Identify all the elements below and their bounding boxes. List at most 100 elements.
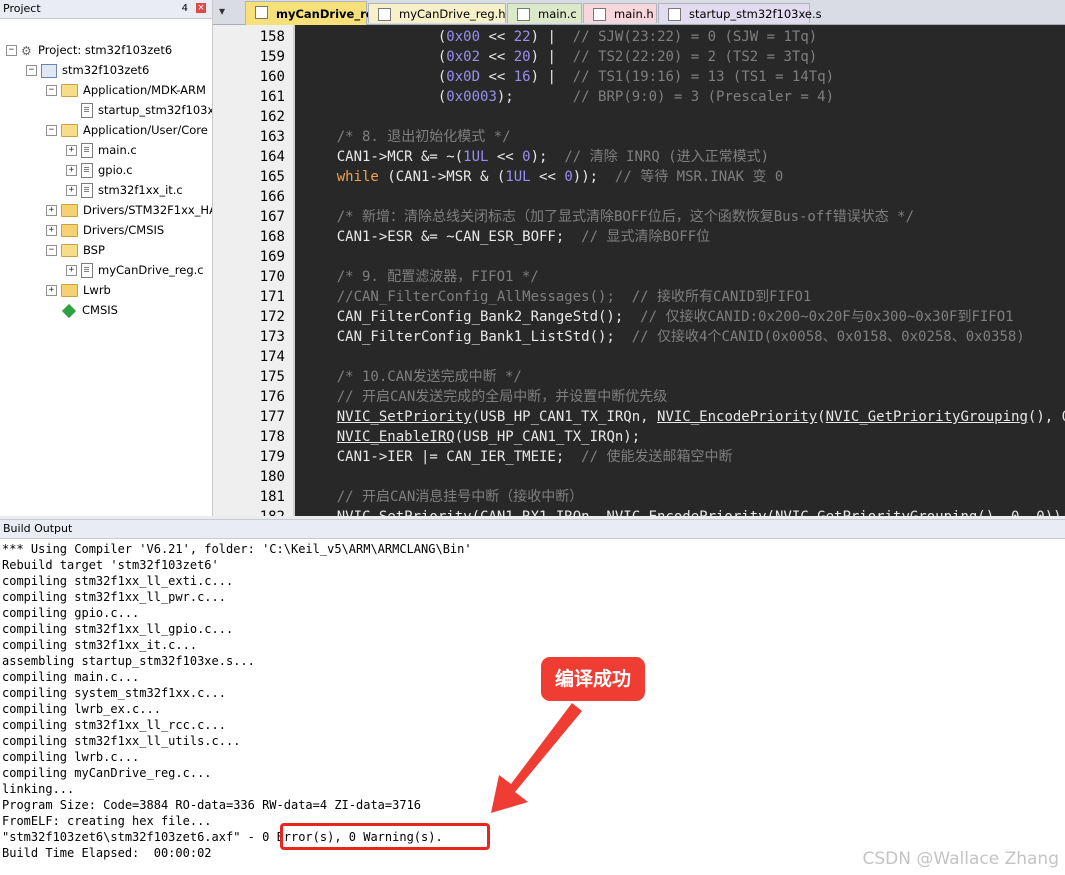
- code-token: 1UL: [463, 149, 489, 165]
- tab-mycandrive-reg-h[interactable]: myCanDrive_reg.h: [368, 3, 506, 23]
- code-line[interactable]: NVIC_SetPriority(CAN1_RX1_IRQn, NVIC_Enc…: [303, 507, 1065, 516]
- code-line[interactable]: NVIC_EnableIRQ(USB_HP_CAN1_TX_IRQn);: [303, 427, 640, 447]
- tree-item[interactable]: + Drivers/STM32F1xx_HAL: [46, 200, 213, 220]
- code-line[interactable]: CAN_FilterConfig_Bank1_ListStd(); // 仅接收…: [303, 327, 1025, 347]
- tab-list-arrow-icon[interactable]: ▾: [219, 4, 235, 18]
- code-token: 0: [522, 149, 531, 165]
- code-token: /* 新增：清除总线关闭标志（加了显式清除BOFF位后，这个函数恢复Bus-of…: [336, 209, 915, 225]
- tree-item[interactable]: + main.c: [66, 140, 137, 160]
- code-line[interactable]: [303, 347, 337, 367]
- close-icon[interactable]: ×: [196, 3, 206, 13]
- code-line[interactable]: (0x0D << 16) | // TS1(19:16) = 13 (TS1 =…: [303, 67, 834, 87]
- build-output-line: compiling stm32f1xx_it.c...: [2, 638, 198, 652]
- code-line[interactable]: // 开启CAN发送完成的全局中断，并设置中断优先级: [303, 387, 668, 407]
- line-number: 158: [259, 29, 285, 45]
- file-icon: [81, 143, 93, 158]
- collapse-icon[interactable]: −: [6, 45, 17, 56]
- file-icon: [81, 263, 93, 278]
- build-output-line: *** Using Compiler 'V6.21', folder: 'C:\…: [2, 542, 472, 556]
- tree-item[interactable]: + gpio.c: [66, 160, 133, 180]
- folder-open-icon: [61, 124, 78, 137]
- code-line[interactable]: (0x02 << 20) | // TS2(22:20) = 2 (TS2 = …: [303, 47, 817, 67]
- code-token: NVIC_SetPriority(CAN1_RX1_IRQn, NVIC_Enc…: [303, 509, 1065, 516]
- tree-item[interactable]: − ⚙ Project: stm32f103zet6: [6, 40, 172, 60]
- tree-item[interactable]: − stm32f103zet6: [26, 60, 149, 80]
- tree-item[interactable]: + Lwrb: [46, 280, 111, 300]
- collapse-icon[interactable]: −: [46, 85, 57, 96]
- code-line[interactable]: // 开启CAN消息挂号中断（接收中断）: [303, 487, 584, 507]
- line-number: 174: [259, 349, 285, 365]
- code-token: // 清除 INRQ (进入正常模式): [564, 149, 770, 165]
- tree-item-label: Application/MDK-ARM: [83, 83, 206, 97]
- build-output-line: Program Size: Code=3884 RO-data=336 RW-d…: [2, 798, 422, 812]
- code-line[interactable]: CAN1->ESR &= ~CAN_ESR_BOFF; // 显式清除BOFF位: [303, 227, 710, 247]
- code-token: 16: [513, 69, 531, 85]
- code-token: // TS1(19:16) = 13 (TS1 = 14Tq): [572, 69, 835, 85]
- tab-main-c[interactable]: main.c: [507, 3, 582, 23]
- tree-item-label: Drivers/STM32F1xx_HAL: [83, 203, 213, 217]
- code-token: ): [530, 49, 540, 65]
- code-line[interactable]: /* 新增：清除总线关闭标志（加了显式清除BOFF位后，这个函数恢复Bus-of…: [303, 207, 914, 227]
- expand-icon[interactable]: +: [66, 165, 77, 176]
- code-line[interactable]: (0x0003); // BRP(9:0) = 3 (Prescaler = 4…: [303, 87, 834, 107]
- tree-item[interactable]: + stm32f1xx_it.c: [66, 180, 183, 200]
- expand-icon[interactable]: +: [66, 145, 77, 156]
- tree-item[interactable]: startup_stm32f103xe.s: [66, 100, 212, 120]
- tree-item[interactable]: − BSP: [46, 240, 105, 260]
- code-token: |: [547, 49, 556, 65]
- code-token: CAN_FilterConfig_Bank2_RangeStd();: [303, 309, 641, 325]
- expand-icon[interactable]: +: [46, 225, 57, 236]
- collapse-icon[interactable]: −: [46, 245, 57, 256]
- pin-icon[interactable]: 4: [182, 0, 188, 18]
- tree-item[interactable]: + myCanDrive_reg.c: [66, 260, 204, 280]
- expand-icon[interactable]: +: [46, 285, 57, 296]
- tree-item[interactable]: − Application/User/Core: [46, 120, 208, 140]
- code-line[interactable]: CAN1->MCR &= ~(1UL << 0); // 清除 INRQ (进入…: [303, 147, 769, 167]
- tree-item[interactable]: CMSIS: [46, 300, 118, 320]
- code-token: 0x0003: [446, 89, 497, 105]
- tree-item[interactable]: + Drivers/CMSIS: [46, 220, 164, 240]
- code-line[interactable]: /* 10.CAN发送完成中断 */: [303, 367, 522, 387]
- expand-icon[interactable]: +: [66, 185, 77, 196]
- code-token: );: [530, 149, 565, 165]
- code-token: <<: [488, 149, 523, 165]
- build-output-title: Build Output: [3, 522, 73, 535]
- code-line[interactable]: CAN_FilterConfig_Bank2_RangeStd(); // 仅接…: [303, 307, 1014, 327]
- code-line[interactable]: while (CAN1->MSR & (1UL << 0)); // 等待 MS…: [303, 167, 784, 187]
- code-area[interactable]: (0x00 << 22) | // SJW(23:22) = 0 (SJW = …: [295, 25, 1065, 516]
- build-output-line: compiling main.c...: [2, 670, 140, 684]
- expand-icon[interactable]: +: [66, 265, 77, 276]
- code-token: // 仅接收4个CANID(0x0058、0x0158、0x0258、0x035…: [631, 329, 1025, 345]
- watermark: CSDN @Wallace Zhang: [862, 849, 1060, 869]
- code-line[interactable]: [303, 467, 337, 487]
- collapse-icon[interactable]: −: [46, 125, 57, 136]
- build-output-line: compiling stm32f1xx_ll_utils.c...: [2, 734, 241, 748]
- tab-main-h[interactable]: main.h: [583, 3, 657, 23]
- code-token: 20: [513, 49, 531, 65]
- tree-item-label: stm32f1xx_it.c: [98, 183, 183, 197]
- file-icon: [517, 8, 530, 21]
- code-token: ): [530, 69, 540, 85]
- expand-icon[interactable]: +: [46, 205, 57, 216]
- tab-label: myCanDrive_reg.h: [399, 7, 506, 21]
- tree-item-label: Application/User/Core: [83, 123, 208, 137]
- collapse-icon[interactable]: −: [26, 65, 37, 76]
- code-token: (USB_HP_CAN1_TX_IRQn);: [454, 429, 641, 445]
- code-line[interactable]: (0x00 << 22) | // SJW(23:22) = 0 (SJW = …: [303, 27, 817, 47]
- tab-startup-stm32f103xe-s[interactable]: startup_stm32f103xe.s: [658, 3, 822, 23]
- code-line[interactable]: /* 9. 配置滤波器，FIFO1 */: [303, 267, 539, 287]
- code-line[interactable]: //CAN_FilterConfig_AllMessages(); // 接收所…: [303, 287, 812, 307]
- code-line[interactable]: NVIC_SetPriority(USB_HP_CAN1_TX_IRQn, NV…: [303, 407, 1065, 427]
- code-line[interactable]: CAN1->IER |= CAN_IER_TMEIE; // 使能发送邮箱空中断: [303, 447, 733, 467]
- code-line[interactable]: /* 8. 退出初始化模式 */: [303, 127, 511, 147]
- tree-item[interactable]: − Application/MDK-ARM: [46, 80, 206, 100]
- tab-mycandrive-reg-c[interactable]: myCanDrive_reg.c: [245, 1, 393, 25]
- code-token: (CAN1->MSR & (: [378, 169, 506, 185]
- build-output-line: compiling stm32f1xx_ll_gpio.c...: [2, 622, 234, 636]
